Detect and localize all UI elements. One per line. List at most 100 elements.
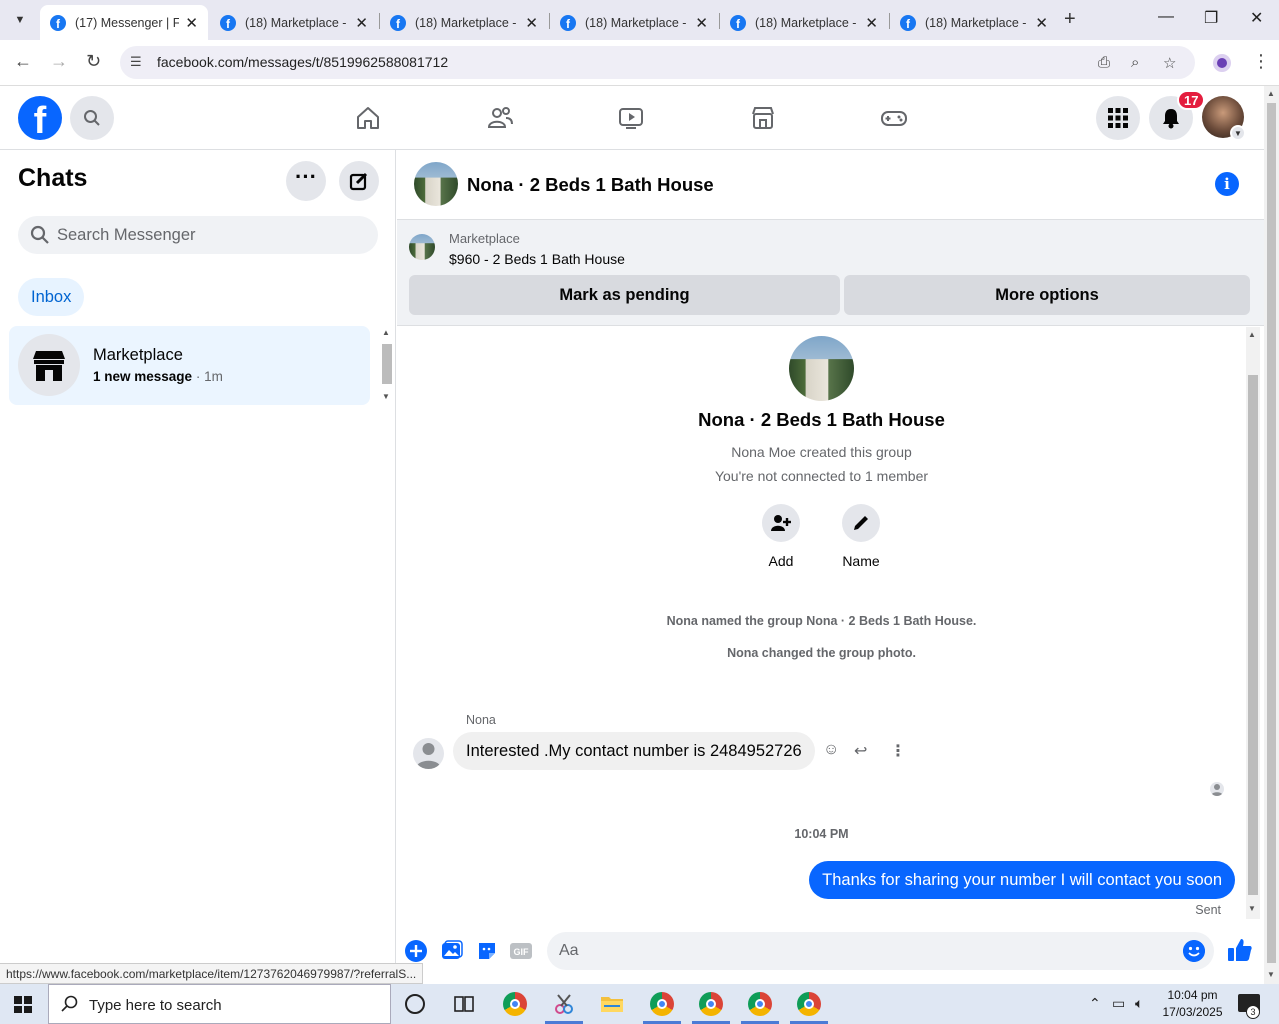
incoming-message-bubble[interactable]: Interested .My contact number is 2484952… [453,732,815,770]
sticker-icon[interactable] [476,940,498,962]
back-arrow-icon[interactable]: ← [14,51,32,72]
chrome-icon[interactable] [503,992,527,1016]
minimize-icon[interactable]: — [1158,8,1174,26]
snipping-tool-icon[interactable] [552,992,576,1016]
facebook-favicon-icon: f [730,14,746,31]
marketplace-icon[interactable] [749,104,777,132]
close-window-icon[interactable]: ✕ [1250,8,1263,28]
tab-search-dropdown-icon[interactable]: ▼ [8,8,32,32]
reply-icon[interactable]: ↩ [854,741,867,761]
tab-marketplace[interactable]: f (18) Marketplace - ✕ [210,5,378,40]
page-scrollbar[interactable]: ▲ ▼ [1264,86,1279,984]
new-message-button[interactable] [339,161,379,201]
connection-status-text: You're not connected to 1 member [714,468,929,484]
tab-marketplace[interactable]: f (18) Marketplace - ✕ [550,5,718,40]
group-photo-avatar[interactable] [414,162,458,206]
reload-icon[interactable]: ↻ [86,51,101,72]
tab-close-icon[interactable]: ✕ [355,14,368,32]
more-vertical-icon[interactable]: ⋮ [890,741,906,761]
volume-icon[interactable]: 🔈︎ [1135,995,1143,1012]
scroll-down-icon[interactable]: ▼ [382,392,390,401]
tab-close-icon[interactable]: ✕ [185,14,198,32]
network-icon[interactable]: ▭ [1112,995,1125,1012]
like-thumb-icon[interactable] [1227,937,1253,963]
taskbar-search-box[interactable]: Type here to search [48,984,391,1024]
chat-list-scrollbar[interactable]: ▲ ▼ [381,328,393,406]
info-icon[interactable]: i [1215,172,1239,196]
file-explorer-icon[interactable] [600,992,624,1016]
gaming-icon[interactable] [880,104,908,132]
name-group-action[interactable]: Name [831,504,891,569]
add-member-action[interactable]: Add [751,504,811,569]
chat-list-item[interactable]: Marketplace 1 new message · 1m [9,326,370,405]
tab-title: (18) Marketplace - [585,15,687,30]
tab-close-icon[interactable]: ✕ [1035,14,1048,32]
cortana-icon[interactable] [405,994,425,1014]
tab-messenger[interactable]: f (17) Messenger | Fa ✕ [40,5,208,40]
windows-start-icon[interactable] [14,996,32,1013]
browser-menu-icon[interactable]: ⋮ [1252,51,1270,72]
install-app-icon[interactable]: ⎙ [1098,54,1110,71]
mark-as-pending-button[interactable]: Mark as pending [409,275,840,315]
scroll-up-icon[interactable]: ▲ [1248,330,1256,339]
add-person-icon[interactable] [762,504,800,542]
chrome-profile-icon[interactable] [650,992,674,1016]
scroll-up-icon[interactable]: ▲ [382,328,390,337]
listing-price-title[interactable]: $960 - 2 Beds 1 Bath House [449,251,625,267]
address-bar[interactable]: ☰ facebook.com/messages/t/85199625880817… [120,46,1195,79]
react-emoji-icon[interactable]: ☺ [823,741,839,759]
tab-marketplace[interactable]: f (18) Marketplace - ✕ [380,5,548,40]
outgoing-message-bubble[interactable]: Thanks for sharing your number I will co… [809,861,1235,899]
facebook-favicon-icon: f [900,14,916,31]
tab-close-icon[interactable]: ✕ [865,14,878,32]
scrollbar-thumb[interactable] [1267,103,1276,963]
system-clock[interactable]: 10:04 pm 17/03/2025 [1160,987,1225,1021]
emoji-icon[interactable] [1183,940,1205,962]
chevron-down-icon[interactable]: ▼ [1230,125,1246,141]
video-icon[interactable] [617,104,645,132]
new-tab-icon[interactable]: + [1064,8,1076,31]
task-view-icon[interactable] [452,992,476,1016]
browser-profile-icon[interactable] [1213,54,1231,72]
thread-scrollbar[interactable]: ▲ ▼ [1246,327,1260,919]
facebook-search-button[interactable] [70,96,114,140]
friends-icon[interactable] [486,104,514,132]
notification-count: 3 [1246,1005,1260,1019]
scrollbar-thumb[interactable] [1248,375,1258,895]
tab-close-icon[interactable]: ✕ [695,14,708,32]
forward-arrow-icon[interactable]: → [50,51,68,72]
restore-icon[interactable]: ❐ [1204,8,1218,28]
show-hidden-icons-icon[interactable]: ⌃ [1089,995,1101,1012]
tab-marketplace[interactable]: f (18) Marketplace - ✕ [890,5,1058,40]
inbox-filter-tab[interactable]: Inbox [18,278,85,316]
scroll-up-icon[interactable]: ▲ [1267,89,1275,98]
chrome-profile-icon[interactable] [699,992,723,1016]
pencil-icon[interactable] [842,504,880,542]
chrome-profile-icon[interactable] [797,992,821,1016]
scroll-down-icon[interactable]: ▼ [1267,970,1275,979]
chrome-profile-icon[interactable] [748,992,772,1016]
home-icon[interactable] [354,104,382,132]
plus-circle-icon[interactable] [405,940,427,962]
message-input[interactable]: Aa [547,932,1214,970]
conversation-title[interactable]: Nona · 2 Beds 1 Bath House [467,174,714,196]
taskbar-search-placeholder: Type here to search [89,997,222,1014]
chat-options-button[interactable]: ··· [286,161,326,201]
more-options-button[interactable]: More options [844,275,1250,315]
sender-avatar[interactable] [413,738,444,769]
search-messenger-input[interactable]: Search Messenger [18,216,378,254]
gif-icon[interactable]: GIF [510,940,532,962]
scroll-down-icon[interactable]: ▼ [1248,904,1256,913]
listing-thumbnail[interactable] [409,234,435,260]
photo-icon[interactable] [441,940,463,962]
tab-marketplace[interactable]: f (18) Marketplace - ✕ [720,5,888,40]
tab-close-icon[interactable]: ✕ [525,14,538,32]
url-text[interactable]: facebook.com/messages/t/8519962588081712 [157,54,448,70]
menu-grid-button[interactable] [1096,96,1140,140]
sender-name: Nona [466,713,496,727]
site-settings-icon[interactable]: ☰ [130,54,142,70]
facebook-logo-icon[interactable]: f [18,96,62,140]
bookmark-star-icon[interactable]: ☆ [1163,54,1176,72]
scrollbar-thumb[interactable] [382,344,392,384]
zoom-icon[interactable]: ⌕ [1131,54,1139,71]
